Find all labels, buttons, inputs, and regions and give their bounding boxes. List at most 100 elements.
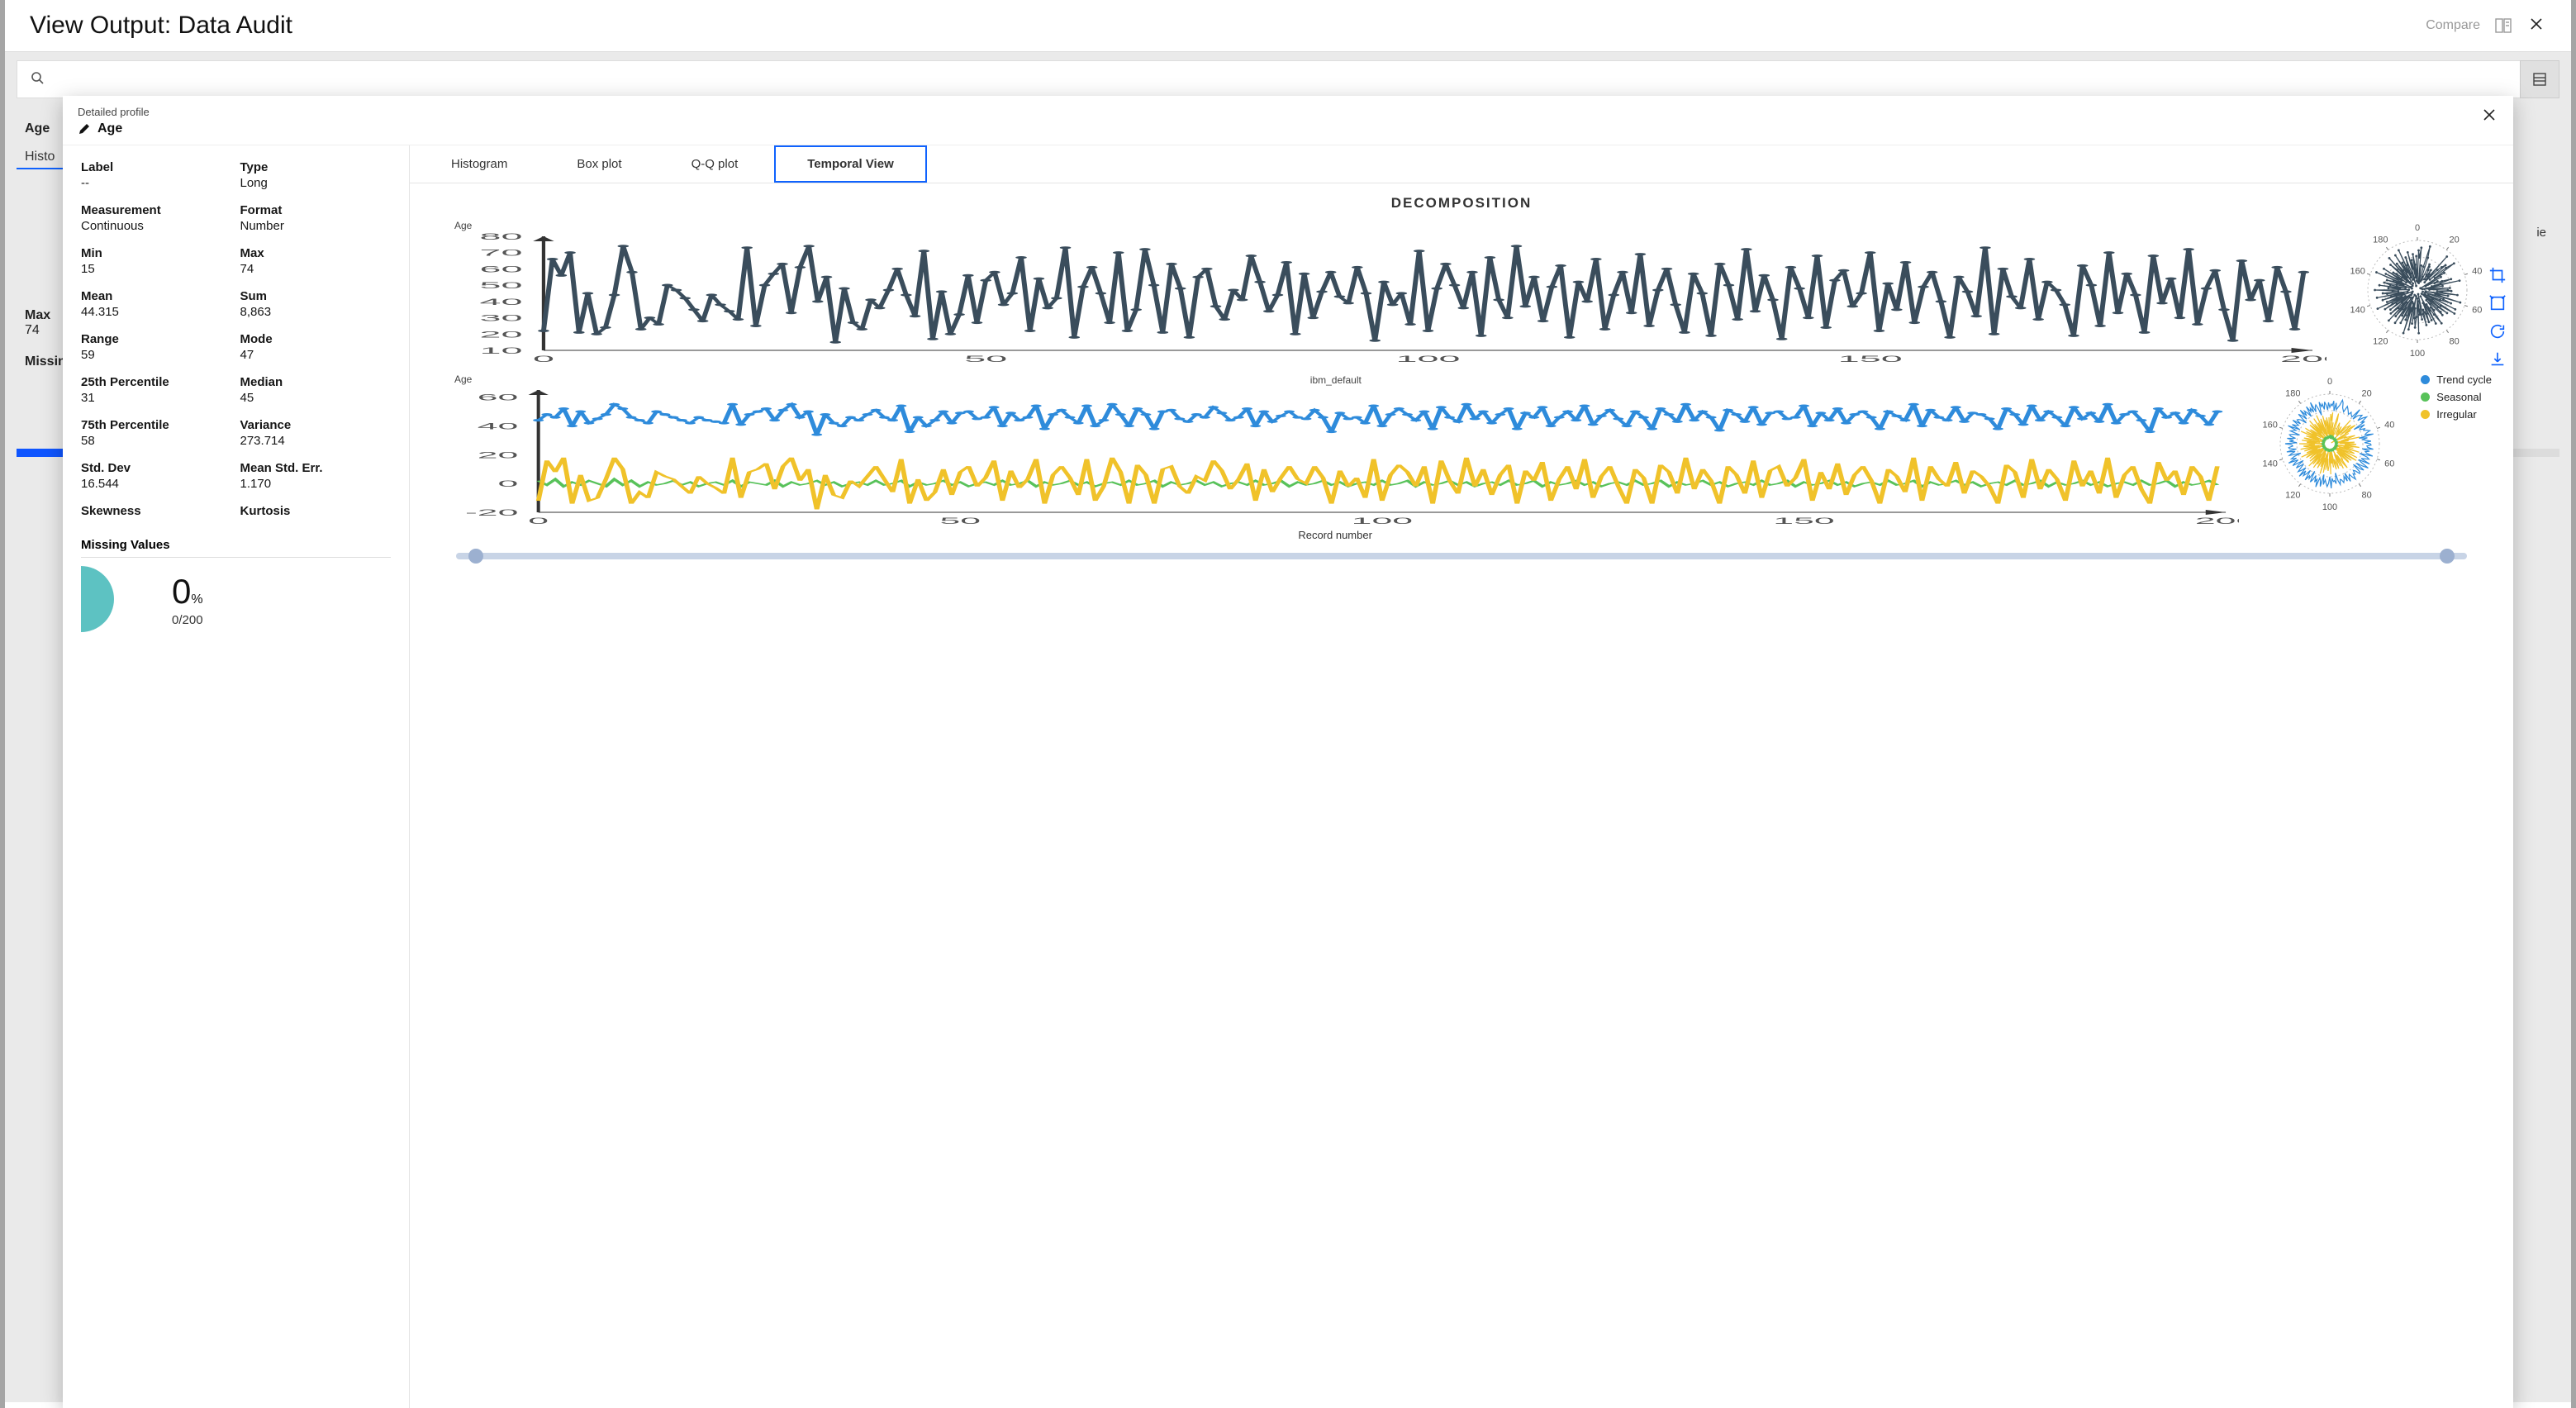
legend-label: Seasonal [2436,391,2481,403]
svg-text:100: 100 [1395,354,1460,364]
range-slider[interactable] [456,549,2467,563]
stat-value: 1.170 [240,477,392,491]
stat-label: Label [81,160,232,174]
svg-text:150: 150 [1838,354,1903,364]
svg-text:0: 0 [533,354,554,364]
stat-value: 45 [240,391,392,405]
svg-text:140: 140 [2263,459,2278,469]
slider-handle-right[interactable] [2440,549,2455,564]
stat-label: Mean [81,289,232,303]
compare-icon[interactable] [2495,18,2512,33]
stat-item: 25th Percentile 31 [81,375,232,405]
svg-text:80: 80 [479,233,522,242]
svg-text:60: 60 [2472,305,2482,315]
stat-label: Max [240,246,392,260]
stat-value: -- [81,176,232,190]
legend-dot-icon [2421,392,2430,402]
svg-text:80: 80 [2450,336,2460,346]
legend-dot-icon [2421,410,2430,419]
svg-text:10: 10 [479,345,522,355]
stat-value: 16.544 [81,477,232,491]
stat-value: Number [240,219,392,233]
stat-item: Std. Dev16.544 [81,461,232,491]
stat-label: Range [81,332,232,346]
search-input[interactable] [17,60,2559,98]
svg-text:20: 20 [2362,389,2372,399]
stat-item: Label -- [81,160,232,190]
crop-icon[interactable] [2488,266,2507,284]
list-view-icon[interactable] [2520,60,2559,98]
svg-text:20: 20 [479,330,522,340]
tab-temporal-view[interactable]: Temporal View [774,145,926,183]
svg-text:20: 20 [478,450,519,460]
svg-text:160: 160 [2350,267,2365,277]
svg-text:150: 150 [1773,516,1834,526]
radial-raw-chart: 020406080100120140160180 [2343,220,2492,360]
stat-item: Variance 273.714 [240,418,392,448]
stat-label: Mode [240,332,392,346]
svg-text:40: 40 [478,421,519,431]
stat-item: Max74 [240,246,392,276]
stat-value: 31 [81,391,232,405]
chart-ylabel: Age [454,220,2326,231]
svg-text:0: 0 [498,478,519,488]
refresh-icon[interactable] [2488,322,2507,340]
stat-label: Variance [240,418,392,432]
svg-text:180: 180 [2373,235,2388,245]
stat-label: Skewness [81,504,232,518]
chart-title: DECOMPOSITION [431,195,2492,212]
bg-tab-histogram[interactable]: Histo [17,146,63,169]
svg-text:50: 50 [964,354,1007,364]
svg-text:0: 0 [528,516,549,526]
svg-text:40: 40 [479,297,522,307]
svg-text:50: 50 [479,280,522,290]
bg-pie-tab[interactable]: ie [2536,226,2546,240]
stat-label: 75th Percentile [81,418,232,432]
stat-label: Format [240,203,392,217]
svg-text:200: 200 [2280,354,2326,364]
stat-value: Continuous [81,219,232,233]
stat-label: Mean Std. Err. [240,461,392,475]
pencil-icon[interactable] [78,122,91,136]
download-icon[interactable] [2488,350,2507,369]
compare-label[interactable]: Compare [2426,18,2480,33]
stat-value: 273.714 [240,434,392,448]
svg-text:60: 60 [479,264,522,274]
slider-handle-left[interactable] [468,549,483,564]
svg-text:20: 20 [2450,235,2460,245]
stat-label: Measurement [81,203,232,217]
legend-label: Trend cycle [2436,373,2492,386]
reset-zoom-icon[interactable] [2488,294,2507,312]
decomposition-raw-chart: 1020304050607080050100150200 [431,233,2326,365]
stat-value: 15 [81,262,232,276]
detail-title: Age [97,121,122,136]
svg-text:0: 0 [2415,223,2420,233]
stat-label: 25th Percentile [81,375,232,389]
tab-histogram[interactable]: Histogram [418,145,540,183]
stat-value: 8,863 [240,305,392,319]
missing-title: Missing Values [81,538,391,558]
stat-label: Sum [240,289,392,303]
stats-panel: Label -- TypeLong Measurement Continuous Form… [63,145,410,1408]
svg-text:50: 50 [939,516,981,526]
legend-item: Trend cycle [2421,373,2492,386]
stat-item: Min15 [81,246,232,276]
close-icon[interactable] [2480,106,2498,128]
tab-q-q-plot[interactable]: Q-Q plot [658,145,772,183]
svg-text:40: 40 [2472,267,2482,277]
stat-value: 58 [81,434,232,448]
stat-item: Mode 47 [240,332,392,362]
stat-item: TypeLong [240,160,392,190]
svg-text:-20: -20 [465,507,518,517]
stat-label: Type [240,160,392,174]
svg-text:100: 100 [2410,349,2425,359]
stat-value: 47 [240,348,392,362]
missing-percent: 0% [172,572,203,611]
svg-text:80: 80 [2362,490,2372,500]
close-icon[interactable] [2526,13,2546,39]
svg-text:60: 60 [2384,459,2394,469]
tab-box-plot[interactable]: Box plot [544,145,654,183]
stat-item: Measurement Continuous [81,203,232,233]
bg-max-value: 74 [25,323,40,337]
svg-text:100: 100 [2322,502,2337,512]
